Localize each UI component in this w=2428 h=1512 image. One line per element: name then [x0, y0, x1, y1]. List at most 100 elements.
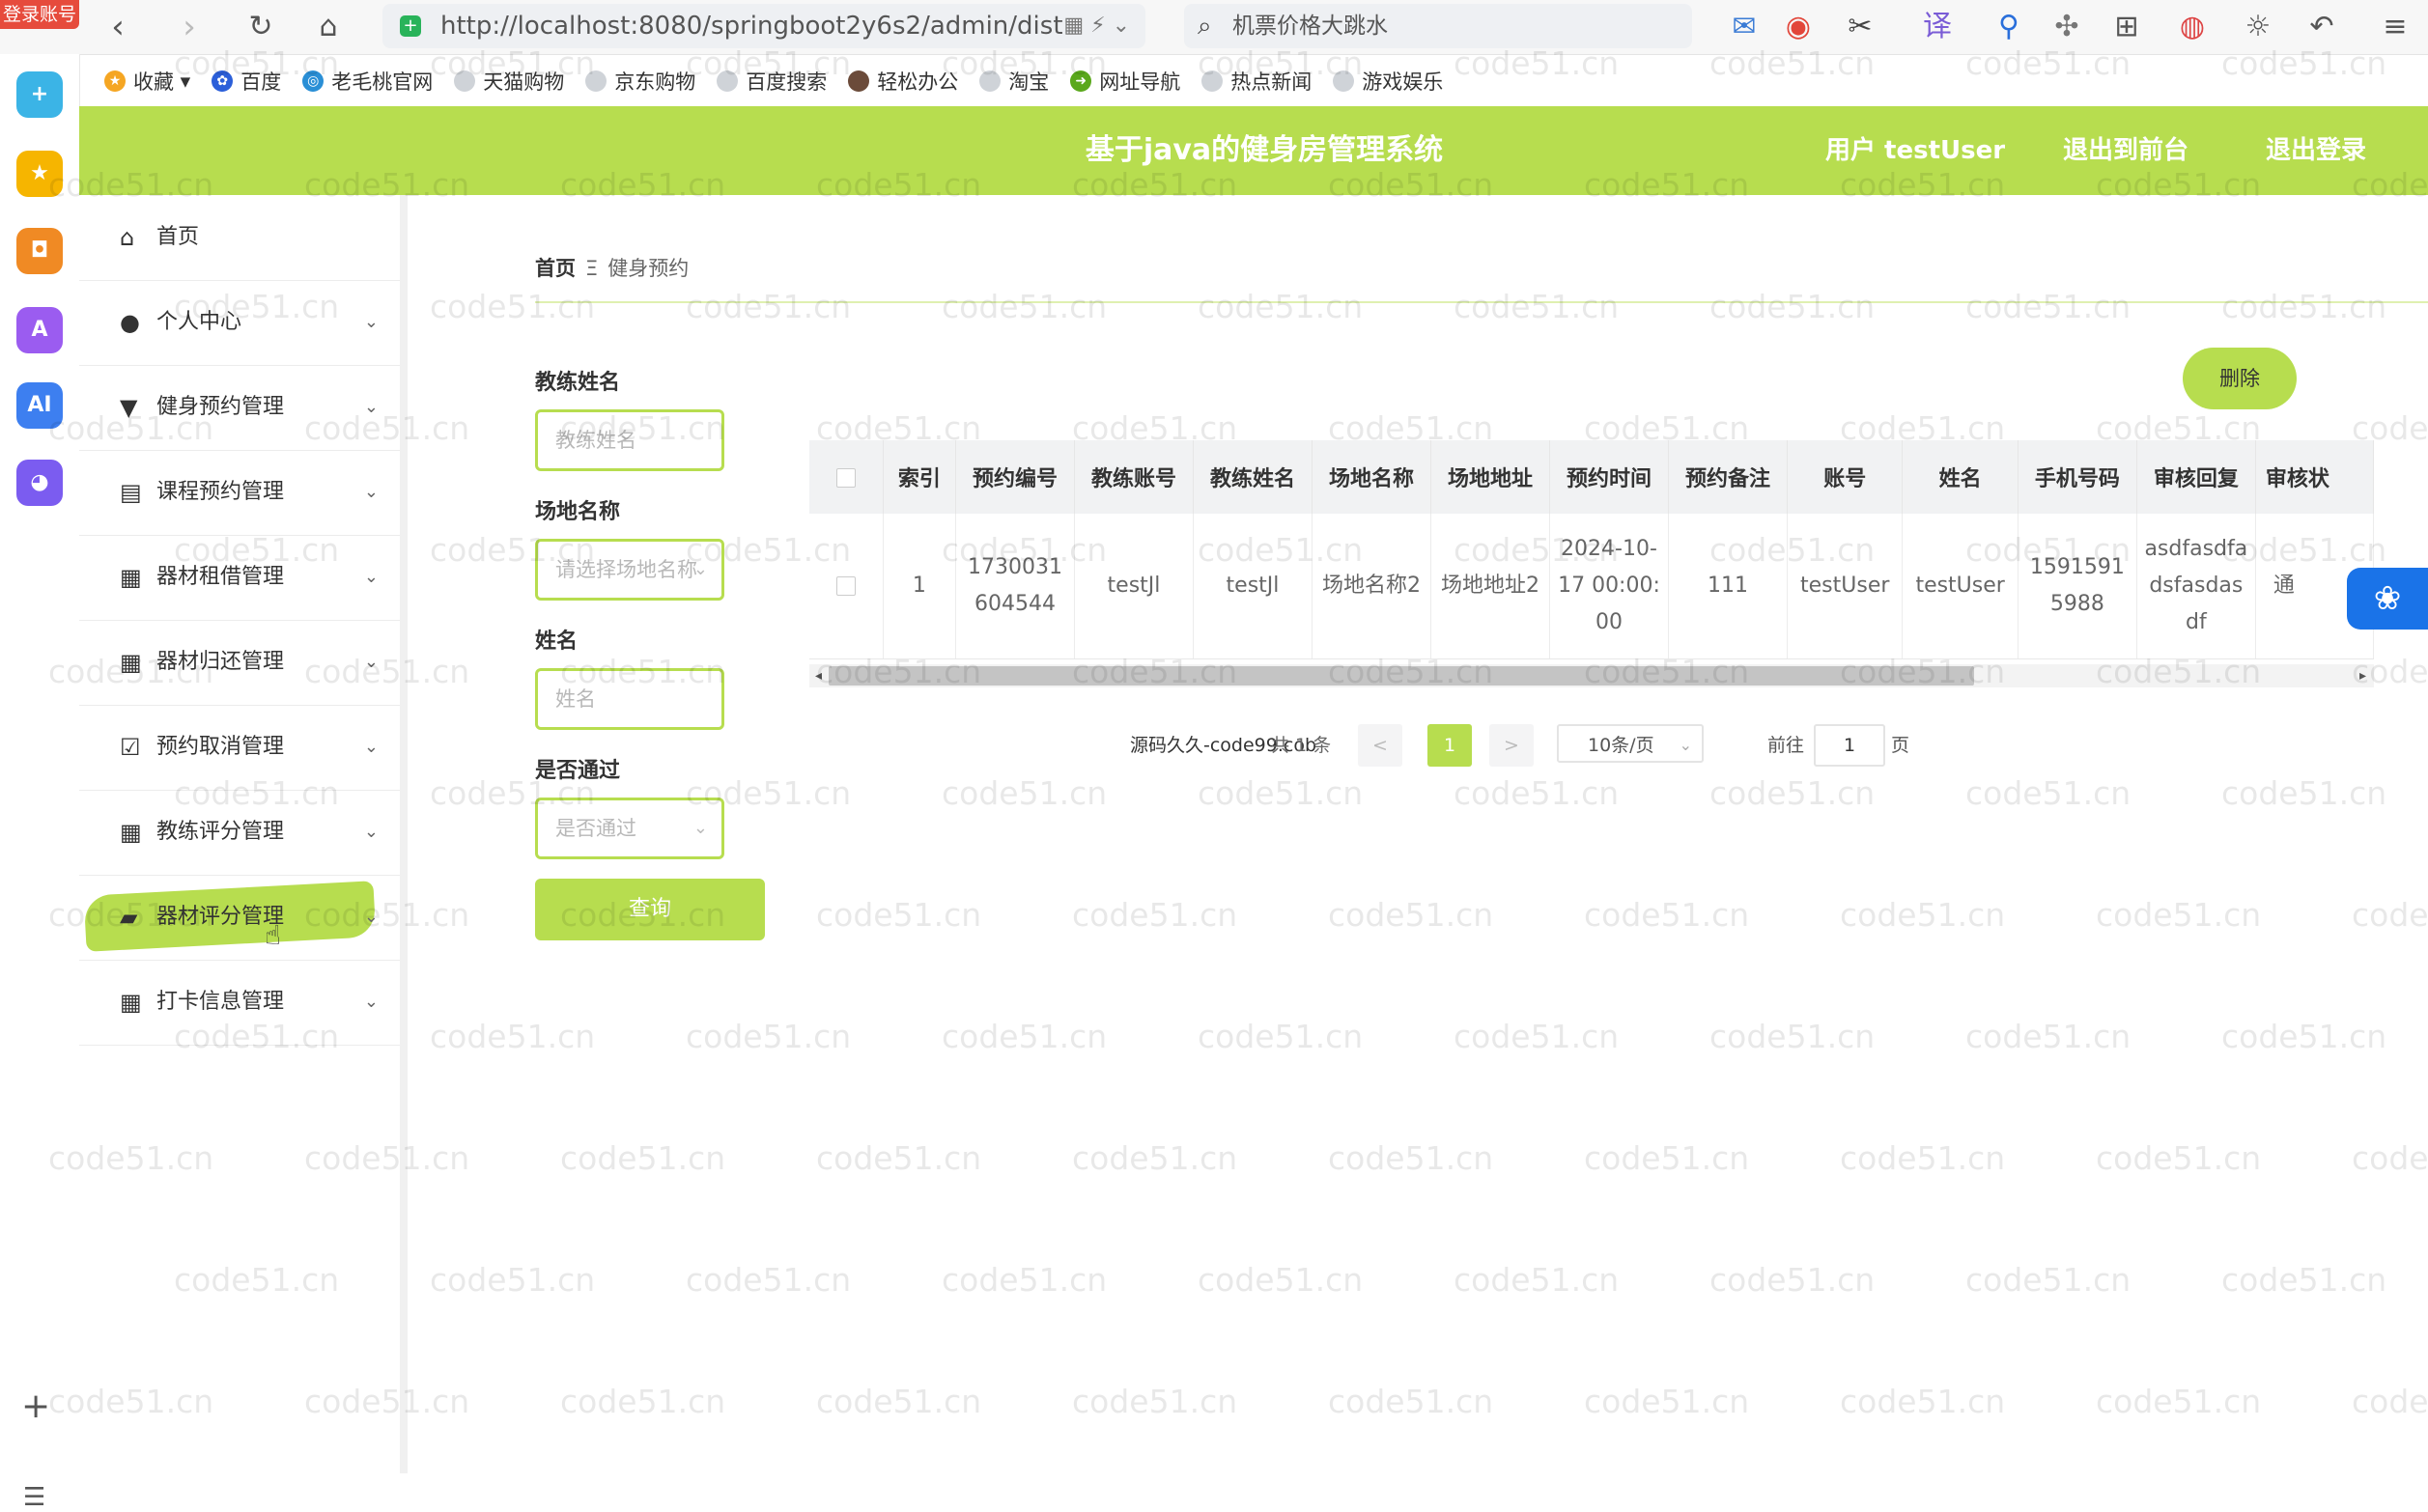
- sidebar-item-fitness-booking[interactable]: ▼ 健身预约管理 ⌄: [79, 365, 400, 451]
- row-select-cell: [809, 514, 884, 659]
- brightness-icon[interactable]: ☼: [2239, 8, 2277, 46]
- forward-icon[interactable]: ›: [168, 6, 211, 48]
- approved-select[interactable]: 是否通过 ⌄: [535, 798, 724, 859]
- dock-bot-icon[interactable]: ◘: [16, 228, 63, 274]
- globe-icon: [454, 70, 476, 92]
- sidebar-item-equipment-return[interactable]: ▦ 器材归还管理 ⌄: [79, 620, 400, 706]
- delete-button[interactable]: 删除: [2183, 348, 2297, 409]
- list-icon[interactable]: ☰: [23, 1483, 45, 1512]
- scroll-left-icon[interactable]: ◂: [815, 664, 822, 687]
- undo-icon[interactable]: ↶: [2302, 8, 2341, 46]
- ai-color-icon[interactable]: ◍: [2173, 8, 2212, 46]
- url-text[interactable]: http://localhost:8080/springboot2y6s2/ad…: [440, 4, 1063, 48]
- bookmark-item[interactable]: 京东购物: [578, 67, 703, 96]
- watermark-text: code51.cn: [1072, 1139, 1238, 1177]
- cell-index: 1: [883, 514, 956, 659]
- search-text[interactable]: 机票价格大跳水: [1232, 4, 1388, 48]
- address-tools-icon[interactable]: ▦ ⚡ ⌄: [1063, 4, 1130, 48]
- watermark-text: code51.cn: [1198, 1261, 1364, 1299]
- sidebar-item-equipment-rent[interactable]: ▦ 器材租借管理 ⌄: [79, 535, 400, 621]
- bookmark-item[interactable]: ★ 收藏 ▾: [97, 67, 198, 96]
- bookmark-item[interactable]: ◎ 老毛桃官网: [295, 67, 440, 96]
- menu-icon[interactable]: ≡: [2376, 8, 2414, 46]
- venue-name-select[interactable]: 请选择场地名称 ⌄: [535, 539, 724, 601]
- sidebar: ⌂ 首页 ● 个人中心 ⌄ ▼ 健身预约管理 ⌄ ▤ 课程预约管理 ⌄ ▦ 器材…: [79, 195, 408, 1473]
- sidebar-item-booking-cancel[interactable]: ☑ 预约取消管理 ⌄: [79, 705, 400, 791]
- breadcrumb: 首页 Ξ 健身预约: [535, 253, 689, 284]
- coach-name-input[interactable]: 教练姓名: [535, 409, 724, 471]
- row-checkbox[interactable]: [835, 576, 856, 596]
- sidebar-item-home[interactable]: ⌂ 首页: [79, 195, 400, 281]
- dock-star-icon[interactable]: ★: [16, 151, 63, 197]
- hand-cursor-icon: ☝: [265, 919, 282, 951]
- bookmark-item[interactable]: 游戏娱乐: [1325, 67, 1451, 96]
- prev-page-button[interactable]: <: [1358, 724, 1402, 767]
- watermark-text: code51.cn: [1328, 1139, 1494, 1177]
- weibo-icon[interactable]: ◉: [1779, 8, 1818, 46]
- magnifier-icon[interactable]: ⚲: [1990, 8, 2028, 46]
- scissors-icon[interactable]: ✂: [1841, 8, 1879, 46]
- bookmark-item[interactable]: 百度搜索: [709, 67, 834, 96]
- venue-name-label: 场地名称: [535, 500, 621, 524]
- address-bar[interactable]: + http://localhost:8080/springboot2y6s2/…: [382, 4, 1145, 48]
- dock-app-icon[interactable]: +: [16, 71, 63, 118]
- dock-ai2-icon[interactable]: AI: [16, 382, 63, 429]
- bookmark-item[interactable]: 天猫购物: [446, 67, 572, 96]
- chevron-down-icon: ⌄: [363, 652, 379, 672]
- exit-to-front-link[interactable]: 退出到前台: [2063, 106, 2188, 195]
- bookmark-item[interactable]: 热点新闻: [1194, 67, 1319, 96]
- home-icon[interactable]: ⌂: [307, 6, 350, 48]
- puzzle-icon[interactable]: ✣: [2047, 8, 2086, 46]
- watermark-text: code51.cn: [2352, 896, 2428, 934]
- browser-search[interactable]: ⌕ 机票价格大跳水: [1184, 4, 1692, 48]
- bookmark-item[interactable]: 淘宝: [972, 67, 1057, 96]
- current-page-button[interactable]: 1: [1427, 724, 1472, 767]
- page-size-select[interactable]: 10条/页 ⌄: [1557, 724, 1704, 763]
- table-horizontal-scrollbar[interactable]: ◂ ▸: [809, 664, 2374, 687]
- sidebar-item-checkin[interactable]: ▦ 打卡信息管理 ⌄: [79, 960, 400, 1046]
- goto-page-input[interactable]: 1: [1814, 724, 1885, 767]
- watermark-text: code51.cn: [1072, 896, 1238, 934]
- watermark-text: code51.cn: [1965, 1261, 2132, 1299]
- chevron-down-icon: ⌄: [363, 737, 379, 757]
- floating-assistant-icon[interactable]: ❀: [2347, 568, 2428, 630]
- add-icon[interactable]: +: [21, 1386, 50, 1426]
- watermark-text: code51.cn: [1840, 1383, 2006, 1420]
- bookmark-item[interactable]: ✿ 百度: [204, 67, 289, 96]
- sidebar-item-coach-rating[interactable]: ▦ 教练评分管理 ⌄: [79, 790, 400, 876]
- query-button[interactable]: 查询: [535, 879, 765, 940]
- column-header: 教练账号: [1074, 440, 1194, 514]
- grid-icon: ▦: [120, 819, 142, 846]
- watermark-text: code51.cn: [686, 288, 852, 325]
- watermark-text: code51.cn: [1709, 1018, 1876, 1055]
- approved-placeholder: 是否通过: [555, 817, 636, 840]
- table-row[interactable]: 1 1730031604544 testJl testJl 场地名称2 场地地址…: [809, 514, 2374, 659]
- watermark-text: code51.cn: [560, 1139, 726, 1177]
- login-badge[interactable]: 登录账号: [0, 0, 79, 29]
- translate-icon[interactable]: 译: [1918, 8, 1957, 46]
- globe-icon: [1201, 70, 1224, 92]
- name-input[interactable]: 姓名: [535, 668, 724, 730]
- bookmark-item[interactable]: ➜ 网址导航: [1062, 67, 1188, 96]
- dock-chat-icon[interactable]: ◕: [16, 460, 63, 506]
- next-page-button[interactable]: >: [1489, 724, 1534, 767]
- apps-grid-icon[interactable]: ⊞: [2107, 8, 2146, 46]
- dock-ai-icon[interactable]: A: [16, 307, 63, 353]
- column-header: 审核状: [2255, 440, 2374, 514]
- reload-icon[interactable]: ↻: [240, 6, 282, 48]
- sidebar-item-profile[interactable]: ● 个人中心 ⌄: [79, 280, 400, 366]
- bookmark-item[interactable]: 轻松办公: [840, 67, 966, 96]
- scrollbar-thumb[interactable]: [829, 666, 1974, 686]
- cell-booking-time: 2024-10-17 00:00:00: [1549, 514, 1669, 659]
- watermark-text: code51.cn: [686, 1018, 852, 1055]
- watermark-text: code51.cn: [1584, 896, 1750, 934]
- mail-icon[interactable]: ✉: [1725, 8, 1764, 46]
- watermark-text: code51.cn: [2221, 288, 2387, 325]
- sidebar-item-course-booking[interactable]: ▤ 课程预约管理 ⌄: [79, 450, 400, 536]
- breadcrumb-home[interactable]: 首页: [535, 257, 576, 280]
- select-all-checkbox[interactable]: [835, 467, 856, 488]
- sidebar-item-equipment-rating[interactable]: ▰ 器材评分管理 ⌄ ☝: [79, 875, 400, 961]
- back-icon[interactable]: ‹: [97, 6, 139, 48]
- scroll-right-icon[interactable]: ▸: [2359, 664, 2366, 687]
- logout-link[interactable]: 退出登录: [2266, 106, 2366, 195]
